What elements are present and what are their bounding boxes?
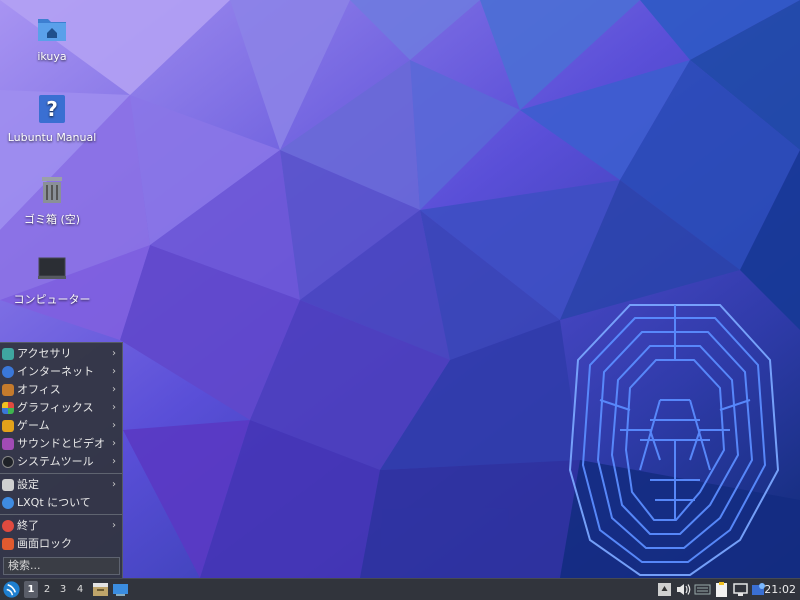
desktop-icon-lubuntu-manual[interactable]: ? Lubuntu Manual — [7, 93, 97, 144]
workspace-1[interactable]: 1 — [24, 581, 38, 598]
menu-item-label: グラフィックス — [17, 401, 94, 414]
menu-separator — [0, 473, 122, 474]
desktop-icon-label: Lubuntu Manual — [7, 131, 97, 144]
start-menu: アクセサリ › インターネット › オフィス › グラフィックス › ゲーム ›… — [0, 342, 123, 578]
menu-item-system-tools[interactable]: システムツール › — [0, 453, 122, 471]
menu-item-multimedia[interactable]: サウンドとビデオ › — [0, 435, 122, 453]
keyboard-icon[interactable] — [694, 581, 711, 598]
chevron-right-icon: › — [112, 402, 116, 413]
menu-search-input[interactable]: 検索... — [3, 557, 120, 575]
desktop-icon-computer[interactable]: コンピューター — [7, 253, 97, 307]
menu-item-label: LXQt について — [17, 496, 91, 509]
lubuntu-start-icon[interactable] — [2, 580, 21, 599]
menu-item-games[interactable]: ゲーム › — [0, 417, 122, 435]
menu-item-label: ゲーム — [17, 419, 50, 432]
accessories-icon — [2, 348, 14, 360]
internet-icon — [2, 366, 14, 378]
trash-icon — [42, 177, 62, 203]
menu-item-label: サウンドとビデオ — [17, 437, 105, 450]
computer-icon — [38, 257, 66, 279]
menu-item-label: 終了 — [17, 519, 39, 532]
taskbar: 1 2 3 4 21:02 — [0, 578, 800, 600]
graphics-icon — [2, 402, 14, 414]
menu-item-accessories[interactable]: アクセサリ › — [0, 345, 122, 363]
menu-item-label: システムツール — [17, 455, 94, 468]
keyboard-layout-icon[interactable] — [656, 581, 673, 598]
menu-item-label: インターネット — [17, 365, 94, 378]
help-icon: ? — [39, 95, 65, 123]
menu-item-label: オフィス — [17, 383, 61, 396]
lock-screen-icon — [2, 538, 14, 550]
chevron-right-icon: › — [112, 366, 116, 377]
desktop-icon-label: ゴミ箱 (空) — [23, 213, 81, 226]
menu-separator — [0, 514, 122, 515]
menu-item-lock-screen[interactable]: 画面ロック — [0, 535, 122, 553]
file-manager-icon[interactable] — [92, 581, 109, 598]
office-icon — [2, 384, 14, 396]
games-icon — [2, 420, 14, 432]
menu-item-graphics[interactable]: グラフィックス › — [0, 399, 122, 417]
workspace-2[interactable]: 2 — [40, 581, 54, 598]
chevron-right-icon: › — [112, 438, 116, 449]
volume-icon[interactable] — [675, 581, 692, 598]
chevron-right-icon: › — [112, 479, 116, 490]
menu-item-internet[interactable]: インターネット › — [0, 363, 122, 381]
clipboard-icon[interactable] — [713, 581, 730, 598]
about-lxqt-icon — [2, 497, 14, 509]
settings-icon — [2, 479, 14, 491]
chevron-right-icon: › — [112, 420, 116, 431]
desktop-icon-label: ikuya — [37, 50, 67, 63]
system-tools-icon — [2, 456, 14, 468]
svg-text:?: ? — [46, 97, 58, 121]
menu-item-label: 画面ロック — [17, 537, 72, 550]
chevron-right-icon: › — [112, 520, 116, 531]
multimedia-icon — [2, 438, 14, 450]
desktop-icon-label: コンピューター — [13, 293, 91, 306]
menu-item-shutdown[interactable]: 終了 › — [0, 517, 122, 535]
show-desktop-icon[interactable] — [112, 581, 129, 598]
workspace-4[interactable]: 4 — [73, 581, 87, 598]
network-icon[interactable] — [732, 581, 749, 598]
home-folder-icon — [38, 19, 66, 41]
menu-item-settings[interactable]: 設定 › — [0, 476, 122, 494]
desktop-icon-home[interactable]: ikuya — [7, 12, 97, 63]
menu-item-office[interactable]: オフィス › — [0, 381, 122, 399]
workspace-3[interactable]: 3 — [56, 581, 70, 598]
menu-item-about-lxqt[interactable]: LXQt について — [0, 494, 122, 512]
chevron-right-icon: › — [112, 384, 116, 395]
desktop-icon-trash[interactable]: ゴミ箱 (空) — [7, 173, 97, 227]
shutdown-icon — [2, 520, 14, 532]
taskbar-clock[interactable]: 21:02 — [764, 579, 796, 600]
chevron-right-icon: › — [112, 456, 116, 467]
menu-item-label: 設定 — [17, 478, 39, 491]
menu-item-label: アクセサリ — [17, 347, 72, 360]
chevron-right-icon: › — [112, 348, 116, 359]
